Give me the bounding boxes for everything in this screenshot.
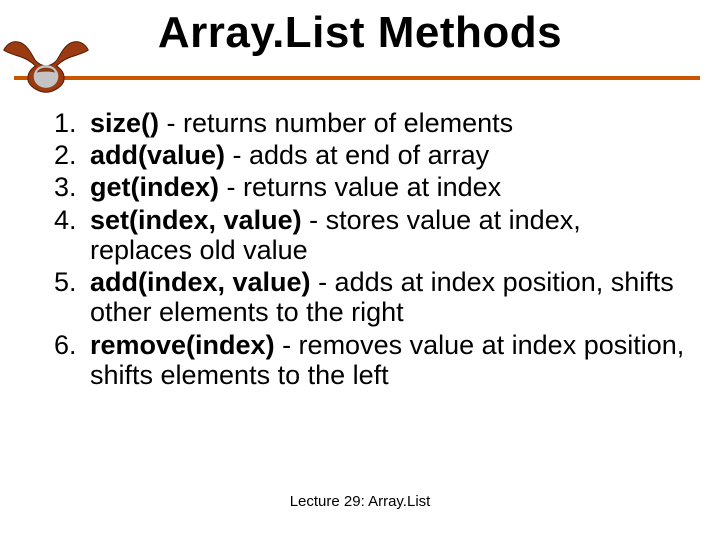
slide: Array.List Methods size() - returns numb… [0, 0, 720, 540]
list-item: add(value) - adds at end of array [84, 140, 686, 170]
method-signature: add(value) [90, 140, 225, 170]
list-item: add(index, value) - adds at index positi… [84, 267, 686, 327]
method-description: - adds at end of array [225, 140, 489, 170]
method-signature: size() [90, 108, 159, 138]
method-signature: remove(index) [90, 330, 275, 360]
title-rule [14, 76, 700, 80]
list-item: get(index) - returns value at index [84, 172, 686, 202]
list-item: set(index, value) - stores value at inde… [84, 205, 686, 265]
method-list: size() - returns number of elements add(… [30, 108, 686, 390]
method-signature: add(index, value) [90, 267, 311, 297]
header: Array.List Methods [0, 0, 720, 86]
list-item: size() - returns number of elements [84, 108, 686, 138]
method-description: - returns value at index [219, 172, 501, 202]
method-signature: get(index) [90, 172, 219, 202]
page-title: Array.List Methods [0, 0, 720, 58]
method-signature: set(index, value) [90, 205, 302, 235]
footer-text: Lecture 29: Array.List [0, 493, 720, 510]
longhorn-logo-icon [2, 34, 90, 96]
list-item: remove(index) - removes value at index p… [84, 330, 686, 390]
slide-body: size() - returns number of elements add(… [0, 86, 720, 390]
method-description: - returns number of elements [159, 108, 513, 138]
